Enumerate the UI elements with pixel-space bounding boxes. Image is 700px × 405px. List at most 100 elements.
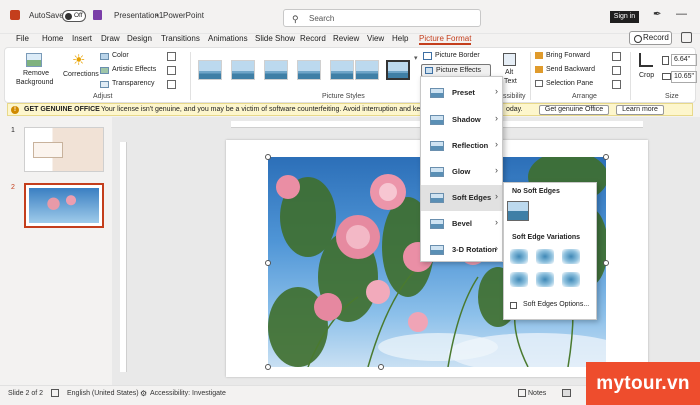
- tab-record[interactable]: Record: [300, 34, 326, 43]
- 3d-rotation-label: 3-D Rotation: [452, 245, 497, 254]
- soft-edge-variation-1[interactable]: [510, 249, 528, 264]
- search-box[interactable]: ⚲ Search: [283, 9, 481, 27]
- compress-pictures-icon[interactable]: [167, 52, 176, 61]
- picture-style-5[interactable]: [330, 60, 354, 80]
- gallery-more-icon[interactable]: ▾: [414, 54, 418, 62]
- share-icon[interactable]: [681, 32, 692, 43]
- resize-handle-bottom[interactable]: [378, 364, 384, 370]
- transparency-button[interactable]: Transparency: [112, 80, 155, 87]
- color-icon: [100, 53, 109, 60]
- resize-handle-left[interactable]: [265, 260, 271, 266]
- soft-edge-variation-2[interactable]: [536, 249, 554, 264]
- separator: [190, 52, 191, 100]
- tab-animations[interactable]: Animations: [208, 34, 248, 43]
- slide-number-2: 2: [11, 184, 15, 191]
- crop-label[interactable]: Crop: [639, 72, 654, 79]
- notes-button[interactable]: Notes: [528, 390, 546, 397]
- picture-border-button[interactable]: Picture Border: [435, 52, 480, 59]
- tab-design[interactable]: Design: [127, 34, 152, 43]
- corrections-label[interactable]: Corrections: [63, 71, 99, 78]
- resize-handle-bottom-left[interactable]: [265, 364, 271, 370]
- menu-item-soft-edges[interactable]: Soft Edges ›: [421, 185, 502, 211]
- slide-thumbnail-2[interactable]: [24, 183, 104, 228]
- bevel-label: Bevel: [452, 219, 473, 228]
- tab-slide-show[interactable]: Slide Show: [255, 34, 295, 43]
- tab-file[interactable]: File: [16, 34, 29, 43]
- autosave-toggle[interactable]: Off: [62, 10, 86, 22]
- spelling-icon[interactable]: [51, 389, 59, 397]
- color-button[interactable]: Color: [112, 52, 129, 59]
- picture-style-3[interactable]: [264, 60, 288, 80]
- selection-pane-button[interactable]: Selection Pane: [546, 80, 593, 87]
- record-button[interactable]: Record: [629, 31, 672, 45]
- tab-view[interactable]: View: [367, 34, 384, 43]
- bring-forward-button[interactable]: Bring Forward: [546, 52, 590, 59]
- alt-text-label-2[interactable]: Text: [504, 78, 517, 85]
- vertical-ruler[interactable]: [120, 142, 127, 372]
- picture-style-2[interactable]: [231, 60, 255, 80]
- bring-forward-icon: [535, 52, 543, 59]
- alt-text-label-1[interactable]: Alt: [505, 69, 513, 76]
- pen-icon[interactable]: ✒: [653, 9, 661, 20]
- picture-style-7[interactable]: [386, 60, 410, 80]
- tab-home[interactable]: Home: [42, 34, 63, 43]
- resize-handle-top-left[interactable]: [265, 154, 271, 160]
- menu-item-reflection[interactable]: Reflection ›: [421, 133, 502, 159]
- resize-handle-top-right[interactable]: [603, 154, 609, 160]
- artistic-effects-button[interactable]: Artistic Effects: [112, 66, 156, 73]
- height-input[interactable]: 6.64": [671, 54, 697, 66]
- no-soft-edges-heading: No Soft Edges: [512, 188, 560, 195]
- soft-edge-variation-4[interactable]: [510, 272, 528, 287]
- tab-help[interactable]: Help: [392, 34, 408, 43]
- picture-effects-icon: [425, 67, 433, 74]
- normal-view-icon[interactable]: [562, 389, 571, 397]
- menu-item-bevel[interactable]: Bevel ›: [421, 211, 502, 237]
- send-backward-button[interactable]: Send Backward: [546, 66, 595, 73]
- tab-transitions[interactable]: Transitions: [161, 34, 200, 43]
- reflection-icon: [430, 141, 444, 151]
- remove-background-label-2[interactable]: Background: [16, 79, 53, 86]
- tab-picture-format[interactable]: Picture Format: [419, 34, 472, 45]
- learn-more-button[interactable]: Learn more: [616, 105, 664, 115]
- soft-edges-label: Soft Edges: [452, 193, 492, 202]
- tab-insert[interactable]: Insert: [72, 34, 92, 43]
- picture-style-4[interactable]: [297, 60, 321, 80]
- remove-background-icon[interactable]: [26, 53, 42, 67]
- soft-edges-options-button[interactable]: Soft Edges Options...: [523, 301, 589, 308]
- align-icon[interactable]: [612, 52, 621, 61]
- width-input[interactable]: 10.65": [671, 71, 697, 83]
- chevron-right-icon: ›: [495, 86, 498, 96]
- sign-in-button[interactable]: Sign in: [610, 11, 639, 23]
- get-genuine-office-button[interactable]: Get genuine Office: [539, 105, 609, 115]
- change-picture-icon[interactable]: [167, 66, 176, 75]
- soft-edge-variation-5[interactable]: [536, 272, 554, 287]
- picture-style-1[interactable]: [198, 60, 222, 80]
- corrections-icon[interactable]: ☀: [72, 51, 85, 69]
- send-backward-icon: [535, 66, 543, 73]
- minimize-icon[interactable]: —: [676, 8, 687, 20]
- language-status[interactable]: English (United States): [67, 390, 139, 397]
- autosave-label: AutoSave: [29, 11, 64, 20]
- group-icon[interactable]: [612, 66, 621, 75]
- picture-style-6[interactable]: [355, 60, 379, 80]
- tab-review[interactable]: Review: [333, 34, 359, 43]
- alt-text-icon[interactable]: [503, 53, 516, 66]
- powerpoint-logo-icon: [10, 10, 20, 20]
- no-soft-edges-option[interactable]: [507, 201, 529, 221]
- menu-item-shadow[interactable]: Shadow ›: [421, 107, 502, 133]
- crop-icon[interactable]: [639, 53, 653, 67]
- menu-item-glow[interactable]: Glow ›: [421, 159, 502, 185]
- title-separator: •: [156, 11, 159, 20]
- rotate-icon[interactable]: [612, 80, 621, 89]
- slide-thumbnail-1[interactable]: [24, 127, 104, 172]
- resize-handle-right[interactable]: [603, 260, 609, 266]
- accessibility-status[interactable]: Accessibility: Investigate: [150, 390, 226, 397]
- save-icon[interactable]: [93, 10, 102, 20]
- remove-background-label-1[interactable]: Remove: [23, 70, 49, 77]
- soft-edge-variation-3[interactable]: [562, 249, 580, 264]
- menu-item-preset[interactable]: Preset ›: [421, 80, 502, 106]
- tab-draw[interactable]: Draw: [101, 34, 120, 43]
- soft-edge-variation-6[interactable]: [562, 272, 580, 287]
- reset-picture-icon[interactable]: [167, 80, 176, 89]
- menu-item-3d-rotation[interactable]: 3-D Rotation ›: [421, 237, 502, 263]
